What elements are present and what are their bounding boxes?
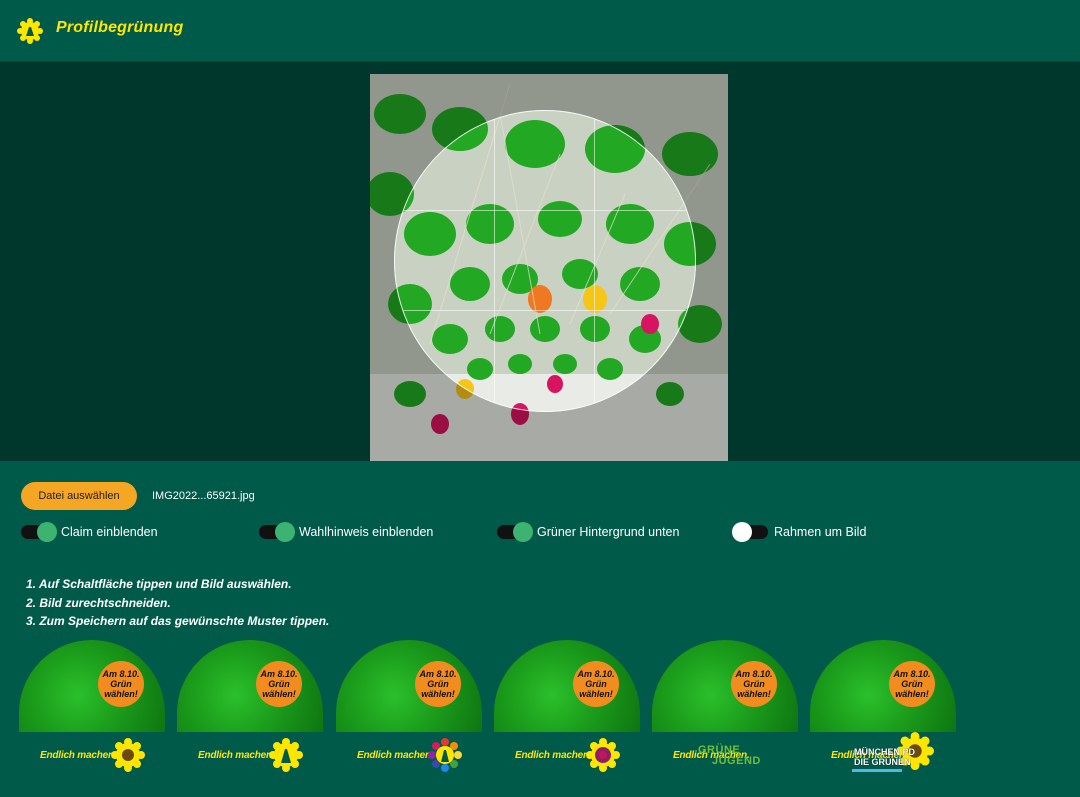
toggle-switch[interactable] [259,522,295,542]
muenchen-logo-text: MÜNCHEN PD DIE GRÜNEN [854,747,916,767]
toggle-claim[interactable]: Claim einblenden [21,522,158,542]
crop-grid-line [395,310,695,311]
election-badge: Am 8.10. Grün wählen! [573,661,619,707]
crop-grid-line [395,210,695,211]
crop-grid-line [594,111,595,411]
template-thumbnail-logo[interactable]: Am 8.10. Grün wählen! Endlich machen. [177,640,323,780]
party-logo-icon [269,738,303,772]
crop-grid-line [494,111,495,411]
election-badge: Am 8.10. Grün wählen! [256,661,302,707]
image-cropper-area[interactable] [0,62,1080,461]
instruction-step: 1. Auf Schaltfläche tippen und Bild ausw… [26,577,292,591]
logo-underline [852,769,902,772]
template-thumbnail-rainbow[interactable]: Am 8.10. Grün wählen! Endlich machen. [336,640,482,780]
instruction-step: 2. Bild zurechtschneiden. [26,595,171,610]
election-badge: Am 8.10. Grün wählen! [415,661,461,707]
crop-selection-circle[interactable] [394,110,696,412]
claim-text: Endlich machen. [40,750,117,761]
template-thumbnail-sunflower[interactable]: Am 8.10. Grün wählen! Endlich machen. [19,640,165,780]
app-header: Profilbegrünung [0,0,1080,62]
election-badge: Am 8.10. Grün wählen! [731,661,777,707]
sunflower-icon [111,738,145,772]
app-title: Profilbegrünung [56,19,184,36]
claim-text: Endlich machen. [198,750,275,761]
purple-sunflower-icon [586,738,620,772]
rainbow-sunflower-icon [428,738,462,772]
toggle-green-background[interactable]: Grüner Hintergrund unten [497,522,679,542]
election-badge: Am 8.10. Grün wählen! [98,661,144,707]
sunflower-logo-icon [17,18,43,44]
instruction-step: 3. Zum Speichern auf das gewünschte Must… [26,614,330,628]
toggle-switch[interactable] [21,522,57,542]
claim-text: Endlich machen. [515,750,592,761]
gruene-jugend-logo-icon: GRÜNE JUGEND [698,744,761,767]
claim-text: Endlich machen. [357,750,434,761]
uploaded-photo[interactable] [370,74,728,461]
instructions-list: 1. Auf Schaltfläche tippen und Bild ausw… [26,575,329,631]
choose-file-button[interactable]: Datei auswählen [21,482,137,510]
toggle-label: Rahmen um Bild [774,525,867,539]
toggle-label: Claim einblenden [61,525,158,539]
toggle-switch[interactable] [497,522,533,542]
template-thumbnail-muenchen[interactable]: Am 8.10. Grün wählen! Endlich machen. MÜNC… [810,640,956,780]
toggle-switch[interactable] [732,522,768,542]
template-thumbnail-purple-sunflower[interactable]: Am 8.10. Grün wählen! Endlich machen. [494,640,640,780]
toggle-label: Wahlhinweis einblenden [299,525,434,539]
template-gallery: Am 8.10. Grün wählen! Endlich machen. Am 8… [0,640,1080,797]
toggle-wahlhinweis[interactable]: Wahlhinweis einblenden [259,522,433,542]
toggle-label: Grüner Hintergrund unten [537,525,680,539]
election-badge: Am 8.10. Grün wählen! [889,661,935,707]
template-thumbnail-gruene-jugend[interactable]: Am 8.10. Grün wählen! Endlich machen. GRÜN… [652,640,798,780]
toggle-frame[interactable]: Rahmen um Bild [732,522,867,542]
selected-file-name: IMG2022...65921.jpg [152,490,255,502]
